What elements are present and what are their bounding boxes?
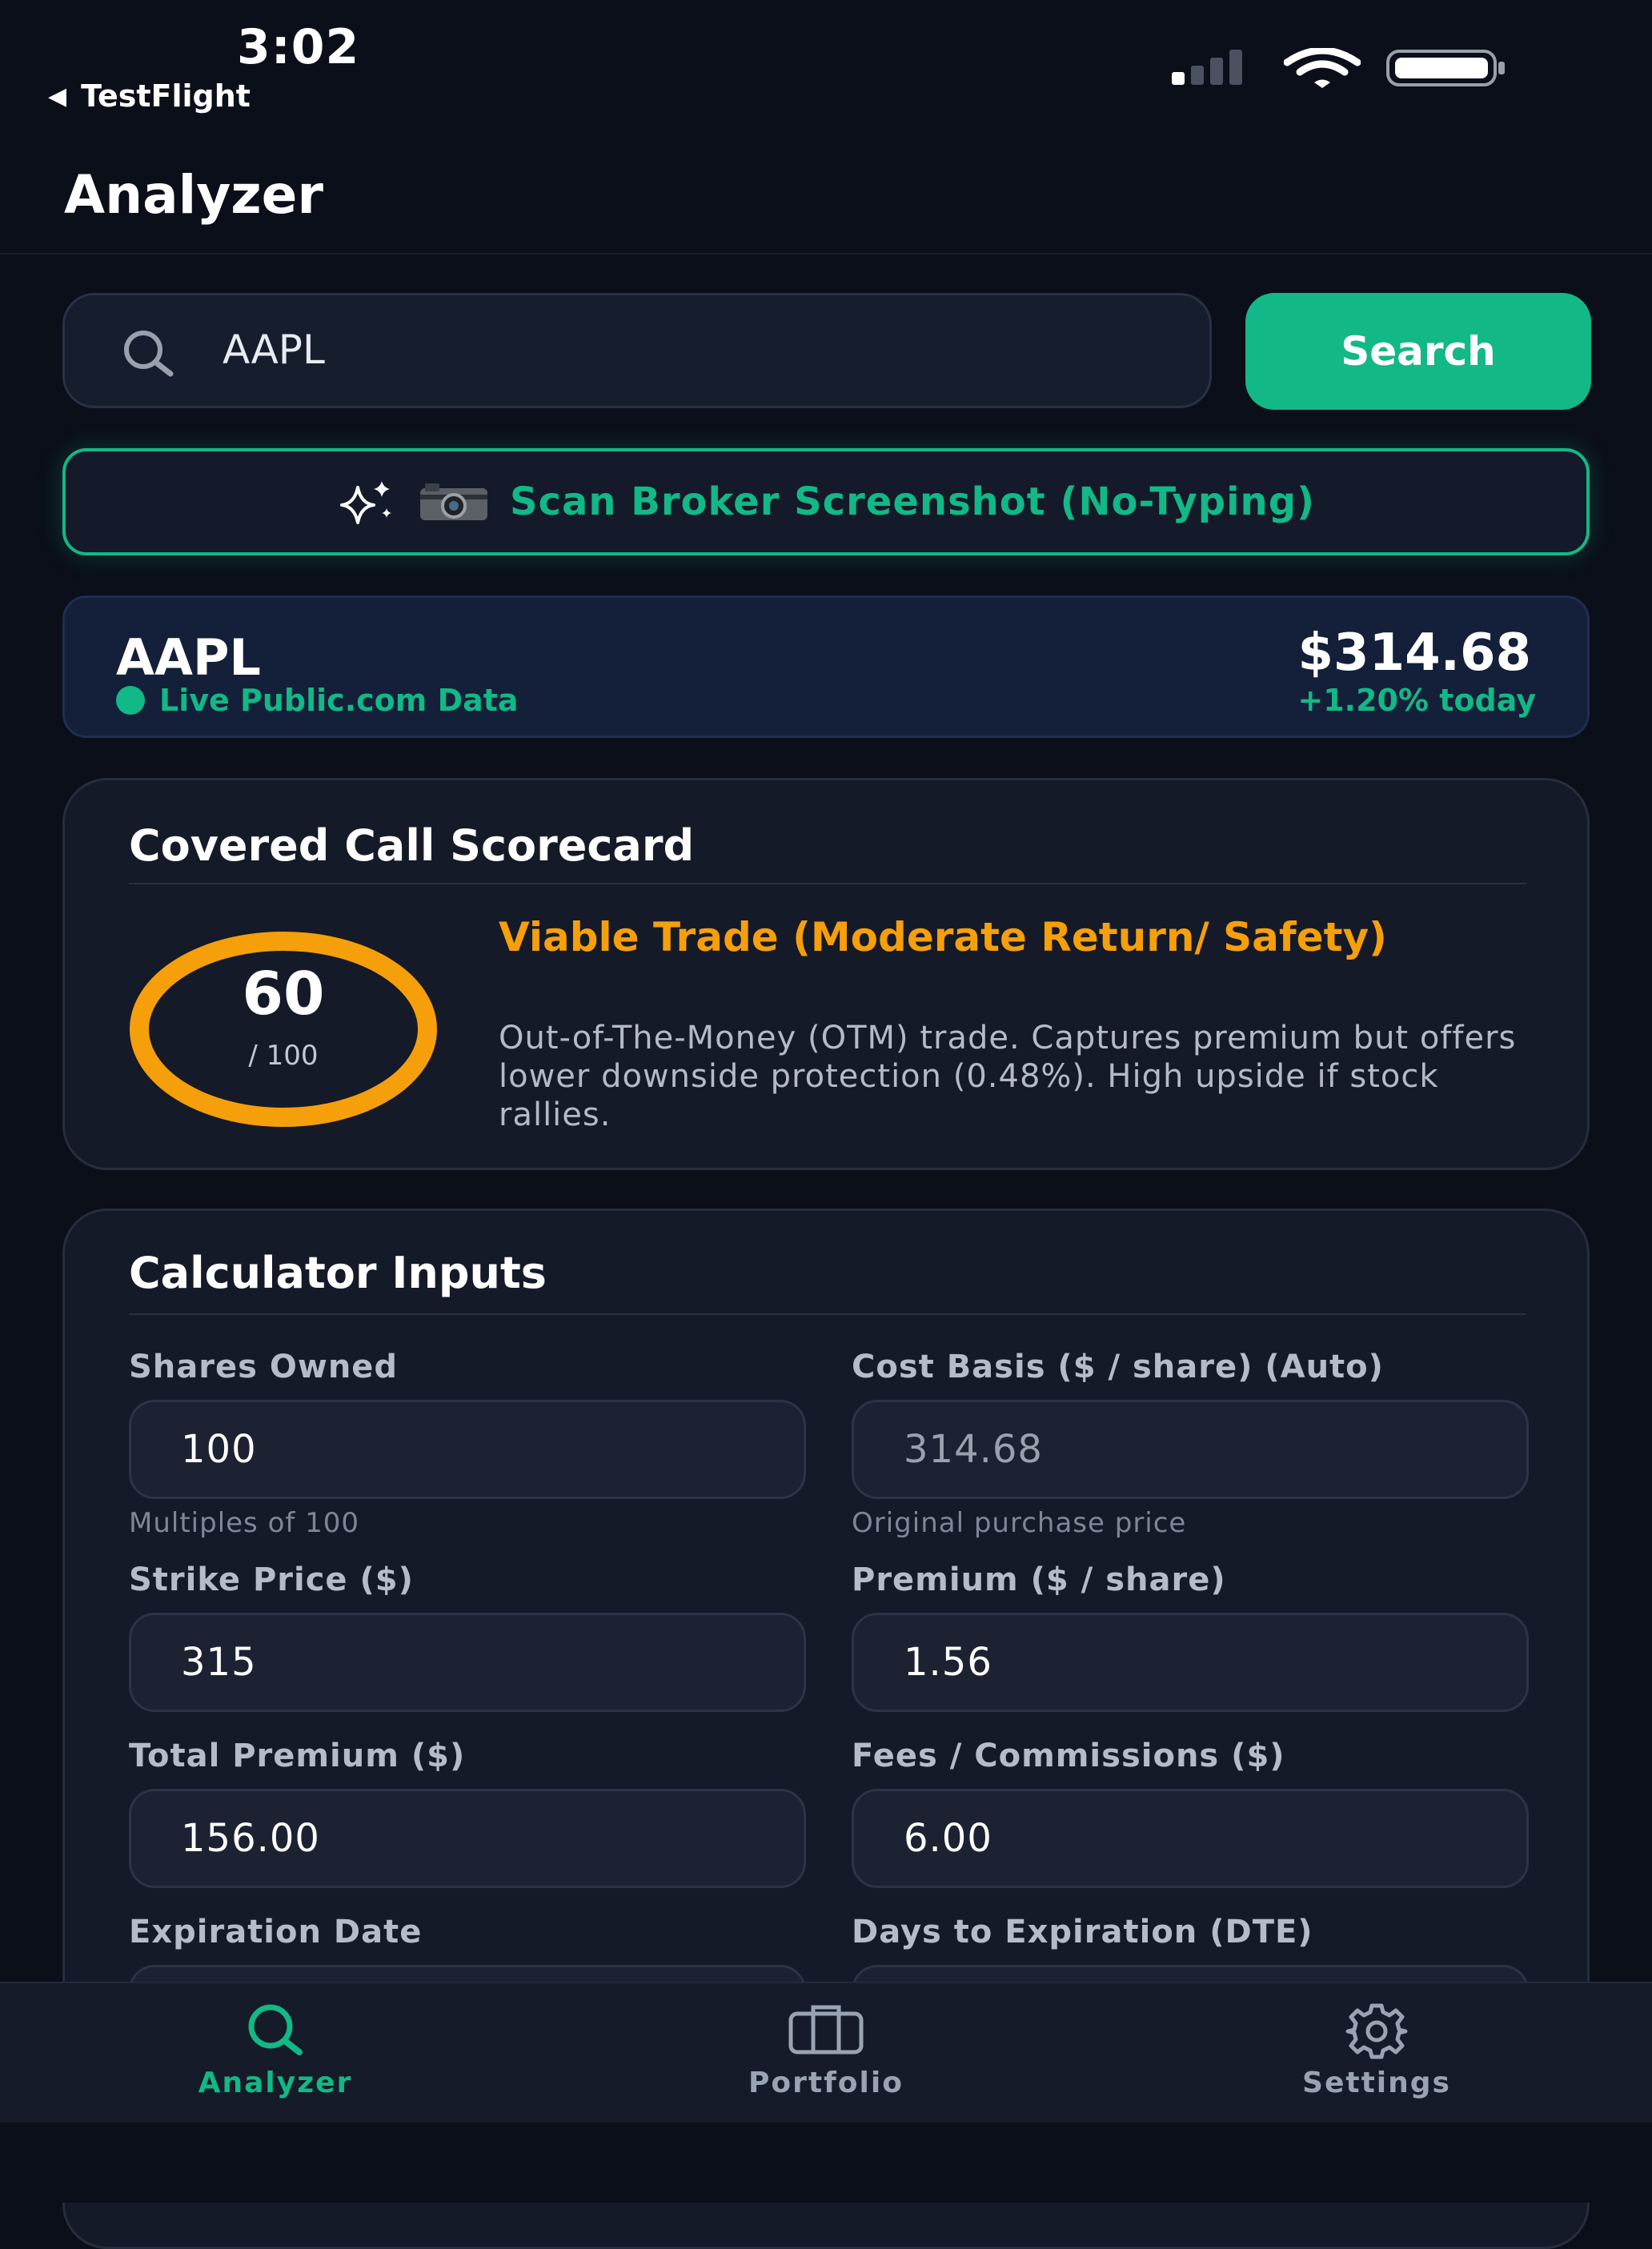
ticker-card: AAPL Live Public.com Data $314.68 +1.20%… [62,595,1590,738]
search-icon [248,2004,303,2055]
scorecard-title: Covered Call Scorecard [129,820,695,871]
shares-hint: Multiples of 100 [129,1507,360,1539]
total-premium-label: Total Premium ($) [129,1738,466,1774]
sparkles-icon [339,481,391,524]
calculator-divider [129,1313,1526,1315]
tab-bar: Analyzer Portfolio Settings [0,1982,1652,2124]
briefcase-icon [788,2005,864,2055]
shares-input[interactable]: 100 [129,1400,806,1499]
wifi-icon [1284,48,1361,88]
tab-label: Settings [1302,2067,1451,2099]
scan-screenshot-button[interactable]: Scan Broker Screenshot (No-Typing) [62,448,1590,555]
score-value: 60 [242,960,325,1028]
battery-icon [1386,50,1505,86]
cost-basis-input[interactable]: 314.68 [852,1400,1529,1499]
stock-price: $314.68 [1297,623,1532,683]
search-input[interactable] [221,326,1105,374]
status-time: 3:02 [237,19,360,75]
live-data-indicator: Live Public.com Data [116,683,519,718]
tab-settings[interactable]: Settings [1101,1983,1652,2124]
cost-basis-label: Cost Basis ($ / share) (Auto) [852,1349,1384,1385]
page-title: Analyzer [64,164,323,226]
verdict-description: Out-of-The-Money (OTM) trade. Captures p… [499,1020,1517,1133]
premium-input[interactable]: 1.56 [852,1613,1529,1712]
price-change: +1.20% today [1297,683,1536,718]
ticker-symbol: AAPL [116,628,261,687]
cost-basis-hint: Original purchase price [852,1507,1187,1539]
gear-icon [1345,2003,1408,2059]
strike-label: Strike Price ($) [129,1561,414,1598]
total-premium-input[interactable]: 156.00 [129,1789,806,1888]
tab-label: Analyzer [198,2067,353,2099]
live-dot-icon [116,686,145,715]
scorecard-card: Covered Call Scorecard 60 / 100 Viable T… [62,778,1590,1170]
score-max: / 100 [248,1040,319,1072]
fees-label: Fees / Commissions ($) [852,1738,1285,1774]
home-indicator-area [0,2123,1652,2203]
dte-label: Days to Expiration (DTE) [852,1914,1313,1950]
back-to-testflight[interactable]: ◀ TestFlight [48,78,251,114]
scorecard-divider [129,883,1526,884]
strike-input[interactable]: 315 [129,1613,806,1712]
premium-label: Premium ($ / share) [852,1561,1226,1598]
search-icon [124,331,174,377]
verdict-title: Viable Trade (Moderate Return/ Safety) [499,914,1387,960]
cellular-signal-icon [1172,50,1242,85]
tab-label: Portfolio [748,2067,904,2099]
calculator-title: Calculator Inputs [129,1248,547,1298]
scan-label: Scan Broker Screenshot (No-Typing) [509,479,1316,524]
data-source: Live Public.com Data [159,683,519,718]
expiration-label: Expiration Date [129,1914,423,1950]
back-label: TestFlight [81,78,251,114]
back-arrow-icon: ◀ [48,82,67,110]
tab-analyzer[interactable]: Analyzer [0,1983,551,2124]
fees-input[interactable]: 6.00 [852,1789,1529,1888]
tab-portfolio[interactable]: Portfolio [551,1983,1101,2124]
camera-icon [419,483,487,520]
search-button[interactable]: Search [1245,293,1591,410]
search-box[interactable] [62,293,1212,408]
shares-label: Shares Owned [129,1349,399,1385]
header-divider [0,253,1652,255]
